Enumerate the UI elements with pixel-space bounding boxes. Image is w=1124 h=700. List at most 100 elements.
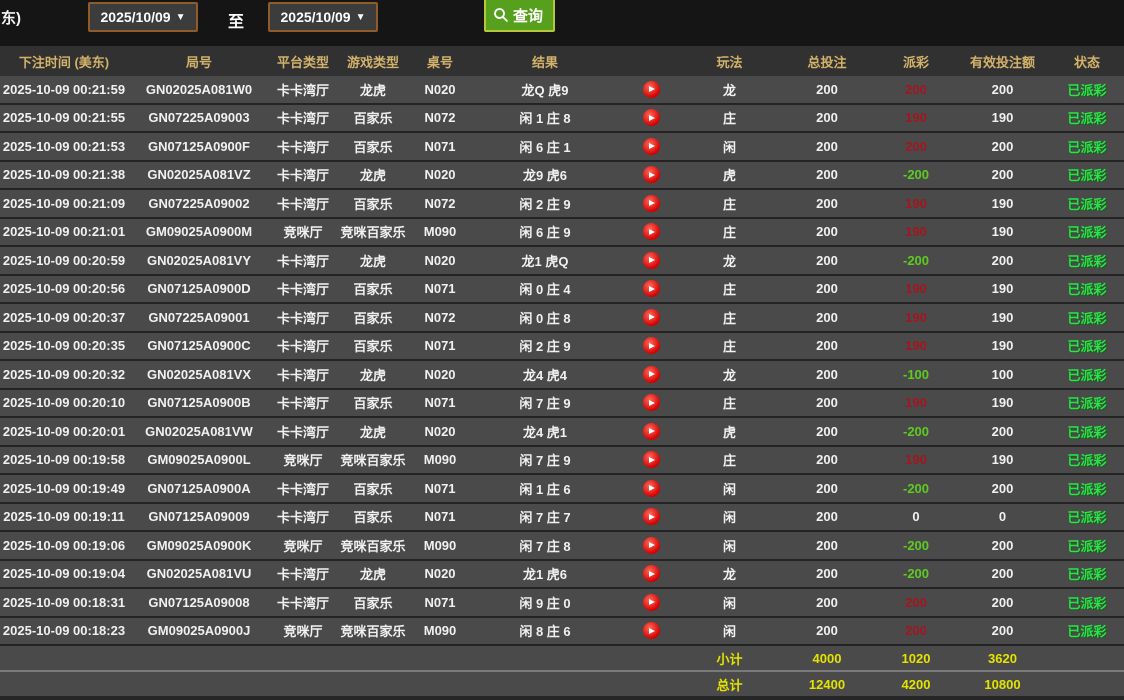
payout-cell: 190 (905, 195, 927, 211)
play-icon[interactable] (642, 593, 660, 611)
platform-cell: 卡卡湾厅 (276, 595, 329, 611)
play-icon[interactable] (642, 508, 660, 526)
payout-cell: -200 (902, 480, 930, 496)
platform-cell: 卡卡湾厅 (276, 310, 329, 326)
grand-total-row: 总计 12400 4200 10800 (0, 672, 1124, 696)
table-row: 2025-10-09 00:21:55 GN07225A09003 卡卡湾厅 百… (0, 104, 1124, 133)
subtotal-total-bet: 4000 (812, 650, 842, 666)
platform-cell: 卡卡湾厅 (276, 396, 329, 412)
status-badge: 已派彩 (1067, 111, 1107, 127)
valid-bet-cell: 190 (991, 281, 1014, 297)
bet-time-cell: 2025-10-09 00:20:56 (2, 281, 126, 297)
play-icon[interactable] (642, 251, 660, 269)
result-cell: 闲 6 庄 9 (519, 225, 571, 241)
status-badge: 已派彩 (1067, 310, 1107, 326)
platform-cell: 竞咪厅 (283, 225, 323, 241)
round-id-cell: GN07125A0900A (147, 480, 251, 496)
grand-total-valid-bet: 10800 (984, 676, 1021, 692)
table-row: 2025-10-09 00:19:04 GN02025A081VU 卡卡湾厅 龙… (0, 560, 1124, 589)
play-icon[interactable] (642, 479, 660, 497)
round-id-cell: GM09025A0900K (146, 537, 252, 553)
payout-cell: -200 (902, 252, 930, 268)
table-no-cell: N071 (424, 395, 456, 411)
table-body: 2025-10-09 00:21:59 GN02025A081W0 卡卡湾厅 龙… (0, 76, 1124, 646)
total-bet-cell: 200 (816, 623, 838, 639)
round-id-cell: GN02025A081VY (146, 252, 252, 268)
table-no-cell: N020 (424, 366, 456, 382)
play-icon[interactable] (642, 80, 660, 98)
table-row: 2025-10-09 00:20:56 GN07125A0900D 卡卡湾厅 百… (0, 275, 1124, 304)
platform-cell: 卡卡湾厅 (276, 367, 329, 383)
platform-cell: 卡卡湾厅 (276, 282, 329, 298)
column-header: 下注时间 (美东) (18, 54, 110, 70)
play-icon[interactable] (642, 308, 660, 326)
play-icon[interactable] (642, 337, 660, 355)
valid-bet-cell: 200 (991, 537, 1014, 553)
bet-time-cell: 2025-10-09 00:21:38 (2, 167, 126, 183)
table-no-cell: N071 (424, 281, 456, 297)
play-icon[interactable] (642, 565, 660, 583)
bet-type-cell: 龙 (722, 567, 736, 583)
play-icon[interactable] (642, 451, 660, 469)
play-icon[interactable] (642, 223, 660, 241)
status-badge: 已派彩 (1067, 567, 1107, 583)
bet-time-cell: 2025-10-09 00:19:06 (2, 537, 126, 553)
total-bet-cell: 200 (816, 309, 838, 325)
bet-type-cell: 庄 (722, 310, 736, 326)
play-icon[interactable] (642, 109, 660, 127)
game-type-cell: 龙虎 (359, 168, 386, 184)
table-row: 2025-10-09 00:19:58 GM09025A0900L 竞咪厅 竞咪… (0, 446, 1124, 475)
bet-type-cell: 闲 (722, 595, 736, 611)
play-icon[interactable] (642, 166, 660, 184)
round-id-cell: GN07125A0900D (147, 281, 251, 297)
column-header: 局号 (185, 54, 212, 70)
game-type-cell: 竞咪百家乐 (340, 538, 406, 554)
valid-bet-cell: 100 (991, 366, 1014, 382)
play-icon[interactable] (642, 394, 660, 412)
bet-time-cell: 2025-10-09 00:19:58 (2, 452, 126, 468)
round-id-cell: GN07225A09003 (148, 110, 250, 126)
game-type-cell: 百家乐 (353, 339, 393, 355)
game-type-cell: 竞咪百家乐 (340, 624, 406, 640)
play-icon[interactable] (642, 622, 660, 640)
play-icon[interactable] (642, 422, 660, 440)
status-badge: 已派彩 (1067, 196, 1107, 212)
total-bet-cell: 200 (816, 395, 838, 411)
total-bet-cell: 200 (816, 281, 838, 297)
play-icon[interactable] (642, 536, 660, 554)
table-row: 2025-10-09 00:21:59 GN02025A081W0 卡卡湾厅 龙… (0, 76, 1124, 105)
result-cell: 闲 0 庄 4 (519, 282, 571, 298)
payout-cell: 190 (905, 395, 927, 411)
result-cell: 龙Q 虎9 (521, 82, 569, 98)
round-id-cell: GN07125A09009 (148, 509, 250, 525)
status-badge: 已派彩 (1067, 510, 1107, 526)
total-bet-cell: 200 (816, 566, 838, 582)
valid-bet-cell: 190 (991, 110, 1014, 126)
total-bet-cell: 200 (816, 480, 838, 496)
play-icon[interactable] (642, 280, 660, 298)
round-id-cell: GN07225A09001 (148, 309, 250, 325)
round-id-cell: GN02025A081VX (146, 366, 252, 382)
bet-time-cell: 2025-10-09 00:21:01 (2, 224, 126, 240)
platform-cell: 卡卡湾厅 (276, 139, 329, 155)
total-bet-cell: 200 (816, 110, 838, 126)
date-to-picker[interactable]: 2025/10/09 ▼ (268, 2, 378, 32)
total-bet-cell: 200 (816, 338, 838, 354)
play-icon[interactable] (642, 137, 660, 155)
status-badge: 已派彩 (1067, 538, 1107, 554)
date-range-to-label: 至 (228, 14, 245, 31)
date-from-picker[interactable]: 2025/10/09 ▼ (88, 2, 198, 32)
bet-time-cell: 2025-10-09 00:19:04 (2, 566, 126, 582)
result-cell: 闲 1 庄 8 (519, 111, 571, 127)
status-badge: 已派彩 (1067, 367, 1107, 383)
play-icon[interactable] (642, 194, 660, 212)
table-row: 2025-10-09 00:20:32 GN02025A081VX 卡卡湾厅 龙… (0, 361, 1124, 390)
table-no-cell: N020 (424, 252, 456, 268)
result-cell: 闲 9 庄 0 (519, 595, 571, 611)
valid-bet-cell: 200 (991, 594, 1014, 610)
play-icon[interactable] (642, 365, 660, 383)
query-button[interactable]: 查询 (484, 0, 556, 32)
round-id-cell: GN07225A09002 (148, 195, 250, 211)
round-id-cell: GN02025A081VZ (147, 167, 251, 183)
total-bet-cell: 200 (816, 224, 838, 240)
